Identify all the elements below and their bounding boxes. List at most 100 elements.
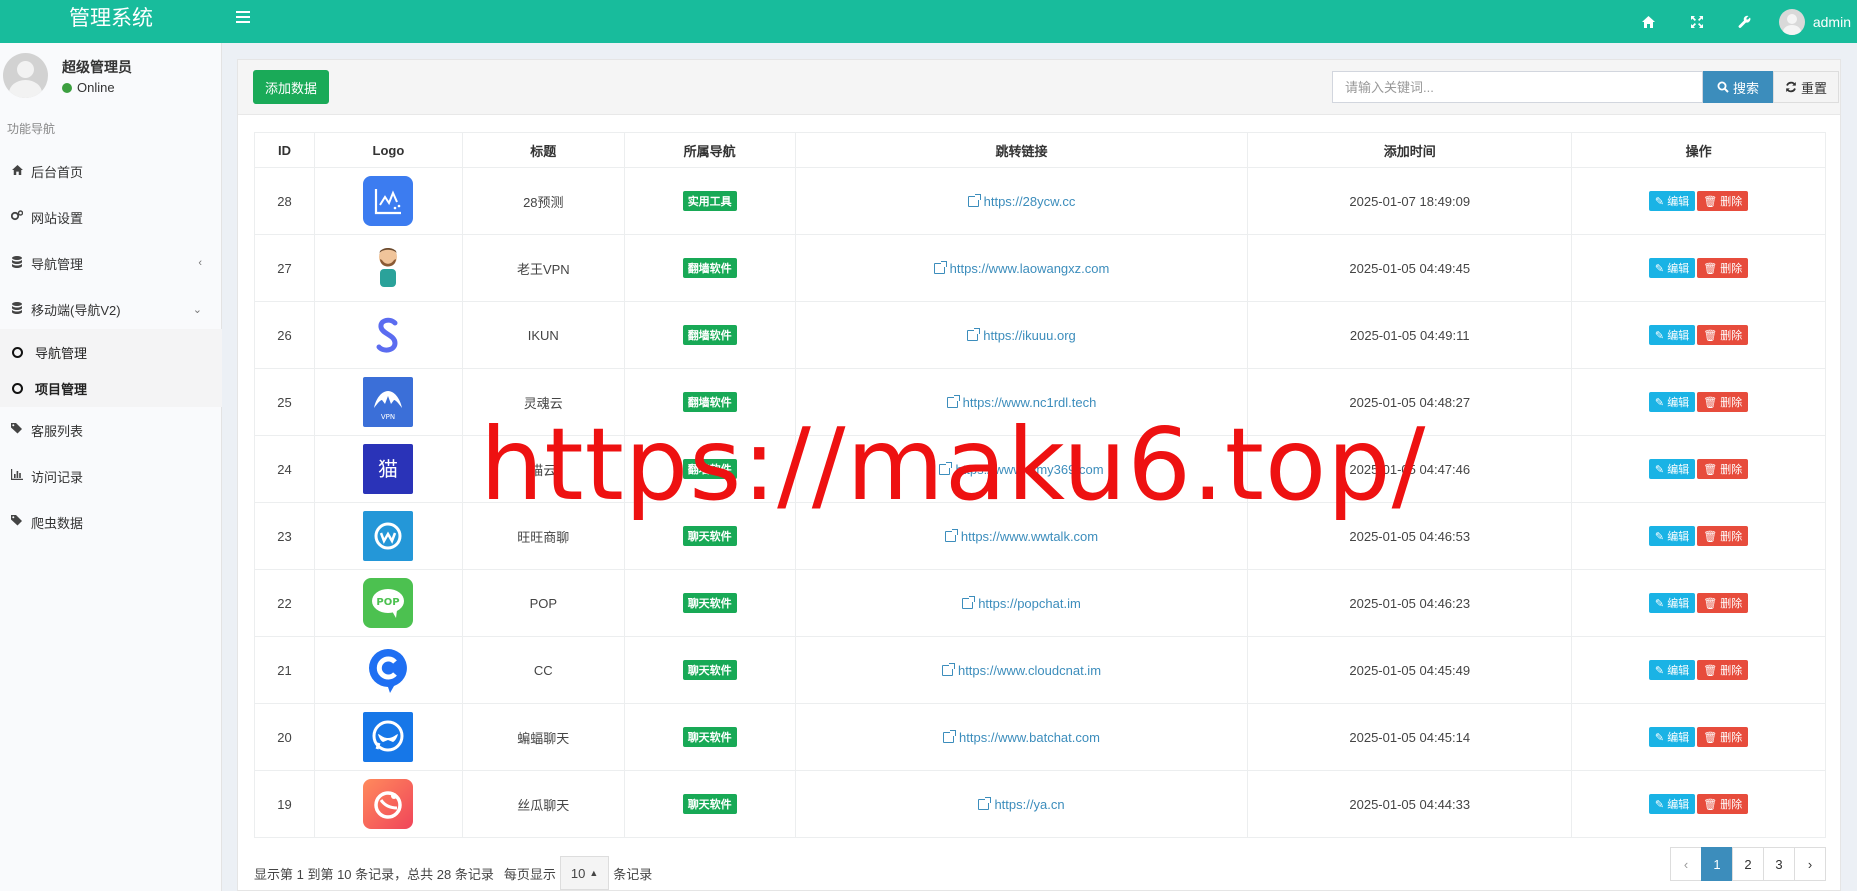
url-link[interactable]: https://ya.cn — [978, 796, 1065, 812]
page-next[interactable]: › — [1794, 847, 1826, 881]
edit-button[interactable]: ✎ 编辑 — [1648, 794, 1696, 814]
column-header-url[interactable]: 跳转链接 — [794, 132, 1249, 168]
home-icon[interactable] — [1625, 3, 1673, 41]
delete-button[interactable]: 🗑 删除 — [1697, 593, 1749, 613]
edit-button[interactable]: ✎ 编辑 — [1648, 191, 1696, 211]
url-link[interactable]: https://www.mmy369.com — [939, 461, 1104, 477]
sidebar-item-label: 导航管理 — [35, 345, 88, 361]
app-title[interactable]: 管理系统 — [0, 0, 222, 43]
sidebar-item-customer-service[interactable]: 客服列表 — [0, 409, 222, 451]
cell-id: 21 — [254, 636, 315, 704]
page-2[interactable]: 2 — [1732, 847, 1764, 881]
sidebar-item-visit-logs[interactable]: 访问记录 — [0, 455, 222, 497]
delete-button[interactable]: 🗑 删除 — [1697, 325, 1749, 345]
chevron-left-icon: ‹ — [198, 257, 202, 269]
url-link[interactable]: https://www.batchat.com — [943, 729, 1100, 745]
delete-button[interactable]: 🗑 删除 — [1697, 191, 1749, 211]
url-link[interactable]: https://popchat.im — [962, 595, 1081, 611]
column-header-category[interactable]: 所属导航 — [623, 132, 796, 168]
column-header-time[interactable]: 添加时间 — [1247, 132, 1573, 168]
sidebar-item-dashboard[interactable]: 后台首页 — [0, 150, 222, 192]
search-input[interactable] — [1332, 71, 1703, 103]
delete-button[interactable]: 🗑 删除 — [1697, 526, 1749, 546]
cell-logo: POP — [313, 569, 463, 637]
cell-url: https://www.mmy369.com — [794, 435, 1249, 503]
sidebar-subitem-nav-management[interactable]: 导航管理 — [0, 335, 222, 369]
search-button-label: 搜索 — [1732, 80, 1759, 96]
edit-button[interactable]: ✎ 编辑 — [1648, 593, 1696, 613]
delete-button[interactable]: 🗑 删除 — [1697, 794, 1749, 814]
cell-time: 2025-01-05 04:49:11 — [1247, 301, 1573, 369]
page-size-select[interactable]: 10 ▲ — [559, 856, 610, 890]
record-summary: 显示第 1 到第 10 条记录，总共 28 条记录 — [254, 866, 494, 882]
category-badge: 聊天软件 — [682, 794, 737, 814]
url-link[interactable]: https://www.laowangxz.com — [933, 260, 1110, 276]
add-data-button[interactable]: 添加数据 — [253, 70, 330, 104]
reset-button[interactable]: 重置 — [1773, 71, 1839, 103]
edit-button[interactable]: ✎ 编辑 — [1648, 258, 1696, 278]
avatar — [1778, 8, 1805, 35]
edit-button[interactable]: ✎ 编辑 — [1648, 392, 1696, 412]
delete-button[interactable]: 🗑 删除 — [1697, 660, 1749, 680]
delete-button[interactable]: 🗑 删除 — [1697, 727, 1749, 747]
sidebar-item-site-settings[interactable]: 网站设置 — [0, 196, 222, 238]
cell-url: https://www.wwtalk.com — [794, 502, 1249, 570]
svg-text:POP: POP — [377, 597, 400, 608]
sidebar-subitem-project-management[interactable]: 项目管理 — [0, 371, 222, 405]
page-prev[interactable]: ‹ — [1670, 847, 1702, 881]
url-link[interactable]: https://www.cloudcnat.im — [941, 662, 1101, 678]
url-link[interactable]: https://www.wwtalk.com — [944, 528, 1098, 544]
delete-button[interactable]: 🗑 删除 — [1697, 258, 1749, 278]
url-text: https://ya.cn — [994, 796, 1065, 812]
delete-button[interactable]: 🗑 删除 — [1697, 459, 1749, 479]
page-1[interactable]: 1 — [1701, 847, 1733, 881]
cell-actions: ✎ 编辑 🗑 删除 — [1571, 368, 1826, 436]
edit-button[interactable]: ✎ 编辑 — [1648, 325, 1696, 345]
external-link-icon — [944, 528, 958, 542]
url-link[interactable]: https://www.nc1rdl.tech — [946, 394, 1096, 410]
sidebar-item-crawler-data[interactable]: 爬虫数据 — [0, 501, 222, 543]
wrench-icon[interactable] — [1721, 3, 1769, 41]
user-menu[interactable]: admin — [1769, 3, 1857, 41]
circle-icon — [12, 346, 23, 358]
url-link[interactable]: https://ikuuu.org — [967, 327, 1076, 343]
caret-up-icon: ▲ — [589, 868, 599, 878]
cell-logo — [313, 636, 463, 704]
edit-button[interactable]: ✎ 编辑 — [1648, 459, 1696, 479]
tags-icon — [10, 515, 24, 529]
per-page-label: 每页显示 — [503, 866, 556, 882]
category-badge: 聊天软件 — [682, 727, 737, 747]
cell-logo — [313, 703, 463, 771]
cat-logo-icon: 猫 — [363, 444, 414, 494]
edit-label: 编辑 — [1667, 732, 1690, 744]
delete-button[interactable]: 🗑 删除 — [1697, 392, 1749, 412]
column-header-logo[interactable]: Logo — [313, 132, 463, 168]
page-3[interactable]: 3 — [1763, 847, 1795, 881]
sidebar-toggle-icon[interactable] — [236, 11, 250, 25]
cell-title: POP — [461, 569, 625, 637]
url-text: https://ikuuu.org — [983, 327, 1076, 343]
user-panel: 超级管理员 Online — [0, 43, 222, 113]
navbar-right: admin — [1625, 0, 1857, 43]
sidebar-item-label: 移动端(导航V2) — [31, 302, 121, 318]
column-header-title[interactable]: 标题 — [461, 132, 625, 168]
sidebar-item-mobile-nav[interactable]: 移动端(导航V2) ⌄ — [0, 288, 222, 330]
delete-label: 删除 — [1720, 196, 1743, 208]
external-link-icon — [962, 595, 976, 609]
fullscreen-icon[interactable] — [1673, 3, 1721, 41]
url-text: https://www.laowangxz.com — [949, 260, 1110, 276]
delete-label: 删除 — [1720, 531, 1743, 543]
column-header-id[interactable]: ID — [254, 132, 315, 168]
edit-button[interactable]: ✎ 编辑 — [1648, 660, 1696, 680]
sidebar-item-nav-management[interactable]: 导航管理 ‹ — [0, 242, 222, 284]
category-badge: 翻墙软件 — [682, 392, 737, 412]
cell-id: 28 — [254, 167, 315, 235]
cell-time: 2025-01-05 04:45:49 — [1247, 636, 1573, 704]
edit-button[interactable]: ✎ 编辑 — [1648, 727, 1696, 747]
search-button[interactable]: 搜索 — [1703, 71, 1773, 103]
edit-label: 编辑 — [1667, 330, 1690, 342]
chat-bubble-logo-icon — [363, 511, 414, 561]
url-link[interactable]: https://28ycw.cc — [967, 193, 1075, 209]
database-icon — [10, 301, 24, 317]
edit-button[interactable]: ✎ 编辑 — [1648, 526, 1696, 546]
